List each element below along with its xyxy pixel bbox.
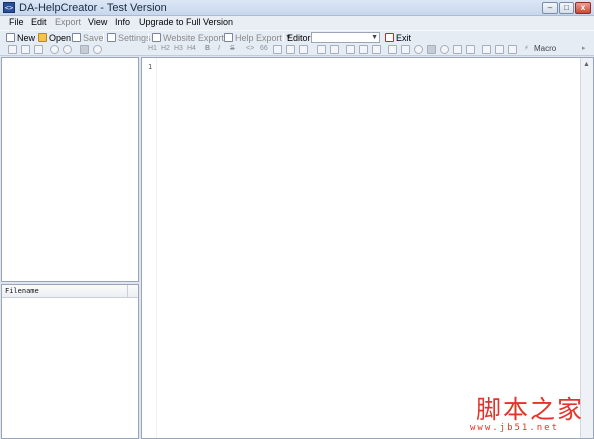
move-up-icon[interactable] (50, 45, 59, 54)
close-button[interactable]: x (575, 2, 591, 14)
align-left-icon[interactable] (346, 45, 355, 54)
format-toolbar: H1 H2 H3 H4 B I S <> 66 ⚡ Macro ▸ (0, 43, 594, 56)
file-list-header[interactable]: Filename (2, 285, 138, 298)
quote-button[interactable]: 66 (260, 44, 268, 54)
vertical-scrollbar[interactable]: ▲ (580, 58, 593, 438)
exit-icon (385, 33, 394, 42)
page-properties-icon[interactable] (80, 45, 89, 54)
image-insert-icon[interactable] (427, 45, 436, 54)
image-icon[interactable] (273, 45, 282, 54)
heading-3-button[interactable]: H3 (174, 44, 183, 54)
open-label: Open (49, 32, 72, 43)
indent-icon[interactable] (317, 45, 326, 54)
align-right-icon[interactable] (372, 45, 381, 54)
settings-icon (107, 33, 116, 42)
editor-select[interactable]: ▼ (311, 32, 380, 43)
refresh-icon[interactable] (93, 45, 102, 54)
toolbar-separator (103, 33, 104, 42)
new-file-icon (6, 33, 15, 42)
pencil-icon[interactable] (286, 45, 295, 54)
maximize-button[interactable]: □ (559, 2, 574, 14)
cut-icon[interactable] (482, 45, 491, 54)
table-icon[interactable] (388, 45, 397, 54)
menu-view[interactable]: View (88, 17, 107, 27)
page-tree-panel[interactable] (1, 57, 139, 282)
website-icon (152, 33, 161, 42)
help-icon (224, 33, 233, 42)
menu-export[interactable]: Export (55, 17, 81, 27)
help-export-label: Help Export (235, 32, 283, 43)
macro-icon: ⚡ (524, 45, 529, 52)
menu-info[interactable]: Info (115, 17, 130, 27)
minimize-button[interactable]: – (542, 2, 558, 14)
heading-4-button[interactable]: H4 (187, 44, 196, 54)
insert-date-icon[interactable] (453, 45, 462, 54)
save-label: Save (83, 32, 104, 43)
outdent-icon[interactable] (330, 45, 339, 54)
main-toolbar: New Open Save Settings Website Export ▼ … (0, 30, 594, 43)
horizontal-rule-icon[interactable] (401, 45, 410, 54)
watermark-logo-text: 脚本之家 (476, 395, 585, 424)
scroll-up-icon[interactable]: ▲ (583, 61, 590, 68)
menu-bar: File Edit Export View Info Upgrade to Fu… (0, 16, 594, 30)
link-icon[interactable] (299, 45, 308, 54)
code-button[interactable]: <> (246, 44, 254, 54)
watermark-url: www.jb51.net (470, 423, 560, 433)
heading-1-button[interactable]: H1 (148, 44, 157, 54)
menu-edit[interactable]: Edit (31, 17, 47, 27)
website-export-label: Website Export (163, 32, 224, 43)
settings-label: Settings (118, 32, 151, 43)
chevron-down-icon: ▼ (371, 34, 378, 41)
add-page-icon[interactable] (8, 45, 17, 54)
delete-page-icon[interactable] (34, 45, 43, 54)
italic-button[interactable]: I (218, 44, 220, 54)
globe-icon[interactable] (414, 45, 423, 54)
bold-button[interactable]: B (205, 44, 210, 54)
add-subpage-icon[interactable] (21, 45, 30, 54)
move-down-icon[interactable] (63, 45, 72, 54)
align-center-icon[interactable] (359, 45, 368, 54)
watermark: 脚本之家 www.jb51.net (468, 390, 594, 439)
save-icon (72, 33, 81, 42)
toolbar-separator (148, 33, 149, 42)
menu-upgrade[interactable]: Upgrade to Full Version (139, 17, 233, 27)
toolbar-overflow-icon[interactable]: ▸ (582, 44, 586, 54)
line-number-gutter: 1 (142, 58, 157, 438)
special-char-icon[interactable] (466, 45, 475, 54)
filename-column-header[interactable]: Filename (5, 287, 39, 295)
file-list-panel[interactable]: Filename (1, 284, 139, 439)
paste-icon[interactable] (508, 45, 517, 54)
strikethrough-button[interactable]: S (230, 44, 235, 54)
clock-icon[interactable] (440, 45, 449, 54)
menu-file[interactable]: File (9, 17, 24, 27)
editor-area[interactable]: 1 ▲ (141, 57, 594, 439)
window-title: DA-HelpCreator - Test Version (19, 2, 167, 14)
app-icon: <> (3, 2, 15, 13)
column-divider[interactable] (127, 285, 128, 298)
new-label: New (17, 32, 36, 43)
copy-icon[interactable] (495, 45, 504, 54)
folder-open-icon (38, 33, 47, 42)
heading-2-button[interactable]: H2 (161, 44, 170, 54)
line-number: 1 (148, 63, 153, 71)
title-bar: <> DA-HelpCreator - Test Version – □ x (0, 0, 594, 16)
macro-button[interactable]: Macro (534, 44, 556, 54)
exit-label: Exit (396, 32, 412, 43)
toolbar-separator (283, 33, 284, 42)
